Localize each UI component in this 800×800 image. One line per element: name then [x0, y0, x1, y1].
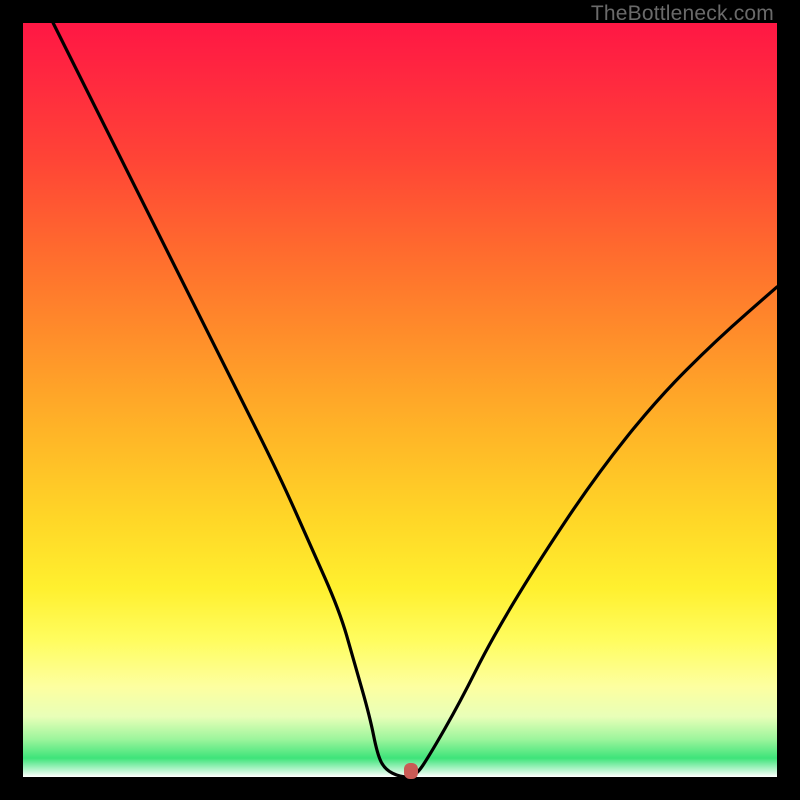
- optimum-marker: [404, 763, 418, 779]
- plot-area: [23, 23, 777, 777]
- watermark-text: TheBottleneck.com: [591, 2, 774, 26]
- bottleneck-curve: [23, 23, 777, 777]
- chart-frame: TheBottleneck.com: [0, 0, 800, 800]
